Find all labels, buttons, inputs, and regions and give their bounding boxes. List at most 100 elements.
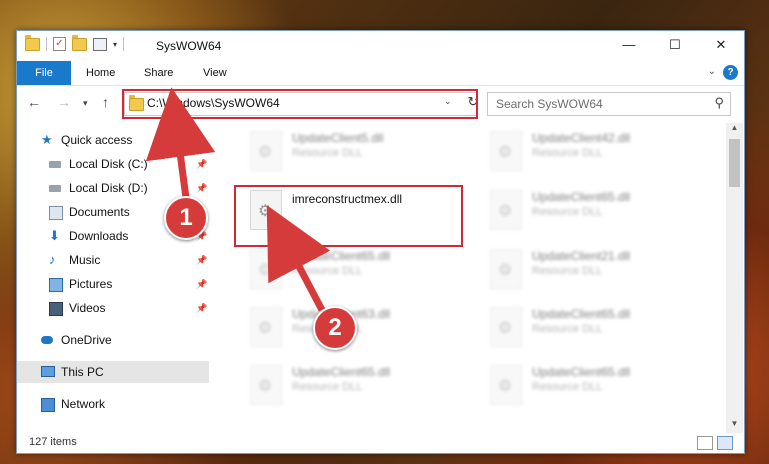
details-view-icon[interactable]: [697, 436, 713, 450]
title-bar: ✓ ▾ SysWOW64 — ☐ ✕: [17, 31, 744, 61]
pin-icon: 📌: [196, 183, 208, 193]
folder-icon: [25, 34, 40, 51]
dll-file-icon: [490, 131, 522, 171]
sidebar-item-this-pc[interactable]: This PC: [17, 361, 209, 383]
ribbon-tabs: File Home Share View ⌄ ?: [17, 61, 744, 86]
chevron-down-icon[interactable]: ⌄: [708, 66, 716, 77]
disk-icon: [49, 185, 61, 192]
divider: [46, 37, 47, 51]
dll-file-icon: [490, 365, 522, 405]
sidebar-item-label: Network: [61, 397, 106, 411]
vertical-scrollbar[interactable]: ▲ ▼: [726, 123, 743, 433]
properties-icon[interactable]: [93, 37, 107, 51]
search-placeholder[interactable]: Search SysWOW64: [496, 97, 603, 111]
window-controls: — ☐ ✕: [606, 31, 744, 61]
sidebar-item-local-disk-c[interactable]: Local Disk (C:): [49, 153, 209, 175]
scroll-up-icon[interactable]: ▲: [726, 123, 743, 137]
file-type: Resource DLL: [292, 147, 363, 159]
file-item[interactable]: UpdateClient65.dll Resource DLL: [480, 186, 690, 236]
file-item[interactable]: UpdateClient65.dll Resource DLL: [480, 361, 690, 411]
computer-icon: [41, 366, 55, 377]
disk-icon: [49, 161, 61, 168]
recent-locations-icon[interactable]: ▾: [83, 98, 88, 109]
new-folder-icon[interactable]: [72, 34, 87, 51]
pin-icon: 📌: [196, 159, 208, 169]
star-icon: ★: [41, 132, 53, 147]
file-name: UpdateClient21.dll: [532, 249, 631, 263]
sidebar-item-pictures[interactable]: Pictures: [49, 273, 209, 295]
file-type: Resource DLL: [532, 206, 603, 218]
dll-file-icon: [490, 307, 522, 347]
file-name: UpdateClient42.dll: [532, 131, 631, 145]
file-name: UpdateClient65.dll: [532, 190, 631, 204]
divider: [123, 37, 125, 51]
file-item[interactable]: UpdateClient65.dll Resource DLL: [240, 361, 450, 411]
file-item[interactable]: UpdateClient65.dll Resource DLL: [240, 245, 450, 295]
pictures-icon: [49, 278, 63, 292]
sidebar-item-music[interactable]: ♪ Music: [49, 249, 209, 271]
close-button[interactable]: ✕: [698, 31, 744, 61]
step-marker-1: 1: [164, 196, 208, 240]
address-bar-highlight: [122, 89, 478, 119]
file-item[interactable]: UpdateClient5.dll Resource DLL: [240, 127, 450, 177]
sidebar-item-quick-access[interactable]: ★ Quick access: [41, 129, 211, 151]
properties-check-icon[interactable]: ✓: [53, 37, 66, 51]
up-arrow-icon[interactable]: ↑: [102, 94, 109, 110]
sidebar-item-label: Quick access: [61, 133, 133, 147]
back-arrow-icon[interactable]: ←: [27, 94, 41, 110]
help-icon[interactable]: ?: [723, 65, 738, 80]
download-icon: ⬇: [49, 228, 60, 243]
file-type: Resource DLL: [292, 381, 363, 393]
cloud-icon: [41, 336, 53, 344]
dll-file-highlight: [234, 185, 463, 247]
pin-icon: 📌: [196, 279, 208, 289]
item-count: 127 items: [29, 436, 77, 448]
sidebar-item-label: Local Disk (C:): [69, 157, 148, 171]
sidebar-item-label: Pictures: [69, 277, 113, 291]
sidebar-item-label: Documents: [69, 205, 130, 219]
sidebar-item-onedrive[interactable]: OneDrive: [41, 329, 209, 351]
maximize-button[interactable]: ☐: [652, 31, 698, 61]
dll-file-icon: [250, 131, 282, 171]
sidebar-item-label: Downloads: [69, 229, 129, 243]
dll-file-icon: [490, 249, 522, 289]
scrollbar-thumb[interactable]: [729, 139, 740, 187]
music-icon: ♪: [49, 252, 56, 267]
file-name: UpdateClient65.dll: [532, 307, 631, 321]
pin-icon: 📌: [196, 255, 208, 265]
dll-file-icon: [490, 190, 522, 230]
file-name: UpdateClient65.dll: [292, 365, 391, 379]
forward-arrow-icon[interactable]: →: [57, 94, 71, 110]
videos-icon: [49, 302, 63, 316]
tab-home[interactable]: Home: [86, 61, 115, 85]
window-title: SysWOW64: [156, 39, 222, 53]
file-item[interactable]: UpdateClient65.dll Resource DLL: [480, 303, 690, 353]
tab-file[interactable]: File: [17, 61, 71, 85]
large-icons-view-icon[interactable]: [717, 436, 733, 450]
quick-access-toolbar: ✓ ▾: [25, 34, 125, 51]
tab-view[interactable]: View: [203, 61, 227, 85]
tab-share[interactable]: Share: [144, 61, 173, 85]
documents-icon: [49, 206, 63, 220]
file-type: Resource DLL: [292, 265, 363, 277]
status-bar: 127 items: [17, 433, 744, 453]
sidebar-item-label: Music: [69, 253, 101, 267]
search-icon[interactable]: ⚲: [714, 95, 724, 111]
minimize-button[interactable]: —: [606, 31, 652, 61]
scroll-down-icon[interactable]: ▼: [726, 419, 743, 433]
file-item[interactable]: UpdateClient42.dll Resource DLL: [480, 127, 690, 177]
dll-file-icon: [250, 307, 282, 347]
pin-icon: 📌: [196, 303, 208, 313]
file-name: UpdateClient65.dll: [292, 249, 391, 263]
file-type: Resource DLL: [532, 323, 603, 335]
file-name: UpdateClient5.dll: [292, 131, 384, 145]
search-input[interactable]: Search SysWOW64 ⚲: [487, 92, 731, 116]
sidebar-item-network[interactable]: Network: [41, 393, 209, 415]
dll-file-icon: [250, 249, 282, 289]
sidebar-item-videos[interactable]: Videos: [49, 297, 209, 319]
file-type: Resource DLL: [532, 265, 603, 277]
customize-toolbar-icon[interactable]: ▾: [113, 40, 117, 49]
sidebar-item-label: Videos: [69, 301, 106, 315]
file-item[interactable]: UpdateClient21.dll Resource DLL: [480, 245, 690, 295]
file-list: UpdateClient5.dll Resource DLL UpdateCli…: [224, 123, 726, 433]
